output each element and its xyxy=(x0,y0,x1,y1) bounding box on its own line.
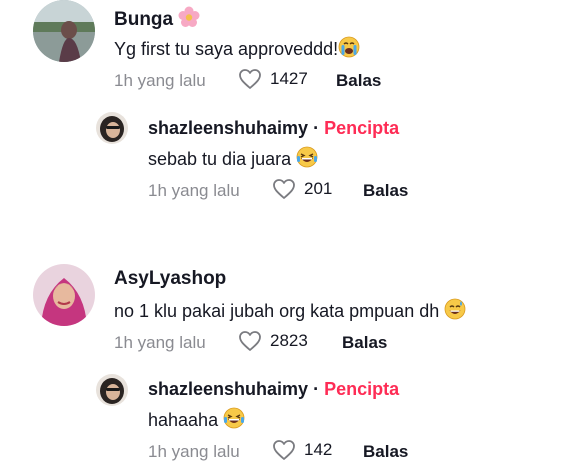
heart-icon xyxy=(239,331,261,351)
comment-text: no 1 klu pakai jubah org kata pmpuan dh xyxy=(114,298,466,325)
reply-button[interactable]: Balas xyxy=(336,71,381,91)
like-count: 142 xyxy=(304,440,333,459)
reply-text: hahaaha xyxy=(148,407,245,434)
comment-timestamp: 1h yang lalu xyxy=(114,71,206,90)
comment-username[interactable]: AsyLyashop xyxy=(114,268,226,290)
like-button[interactable]: 2823 xyxy=(238,330,308,352)
comment-timestamp: 1h yang lalu xyxy=(114,333,206,352)
comment-username[interactable]: Bunga xyxy=(114,6,200,34)
reply-timestamp: 1h yang lalu xyxy=(148,442,240,461)
reply-button[interactable]: Balas xyxy=(363,181,408,201)
separator-dot: · xyxy=(313,118,320,138)
reply-button[interactable]: Balas xyxy=(363,442,408,462)
reply-timestamp: 1h yang lalu xyxy=(148,181,240,200)
heart-icon xyxy=(273,179,295,199)
separator-dot: · xyxy=(313,379,320,399)
like-count: 1427 xyxy=(270,69,308,88)
reply-username[interactable]: shazleenshuhaimy · Pencipta xyxy=(148,379,399,400)
reply-like-button[interactable]: 201 xyxy=(272,178,332,200)
flower-icon xyxy=(178,6,200,34)
like-count: 201 xyxy=(304,179,333,198)
creator-badge: Pencipta xyxy=(324,118,400,138)
reply-like-button[interactable]: 142 xyxy=(272,439,332,461)
laughing-face-icon xyxy=(223,407,245,434)
comment-text: Yg first tu saya approveddd! xyxy=(114,36,360,63)
laughing-face-icon xyxy=(296,146,318,173)
heart-icon xyxy=(239,69,261,89)
like-count: 2823 xyxy=(270,331,308,350)
avatar[interactable] xyxy=(33,264,95,326)
heart-icon xyxy=(273,440,295,460)
reply-text: sebab tu dia juara xyxy=(148,146,318,173)
reply-avatar[interactable] xyxy=(96,374,128,406)
reply-button[interactable]: Balas xyxy=(342,333,387,353)
like-button[interactable]: 1427 xyxy=(238,68,308,90)
reply-username[interactable]: shazleenshuhaimy · Pencipta xyxy=(148,118,399,139)
avatar[interactable] xyxy=(33,0,95,62)
crying-face-icon xyxy=(338,36,360,63)
creator-badge: Pencipta xyxy=(324,379,400,399)
sweat-smile-icon xyxy=(444,298,466,325)
reply-avatar[interactable] xyxy=(96,112,128,144)
